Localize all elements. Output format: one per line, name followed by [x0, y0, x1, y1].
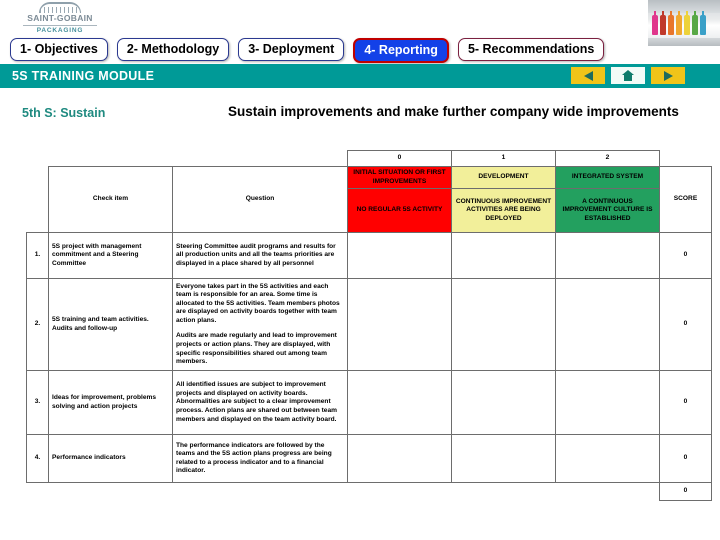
spacer-cell	[27, 167, 49, 233]
row-score: 0	[659, 278, 712, 372]
total-row: 0	[27, 482, 712, 502]
module-bar: 5S TRAINING MODULE	[0, 64, 720, 88]
assessment-table: 0 1 2 Check item Question INITIAL SITUAT…	[26, 150, 712, 502]
level-1-number: 1	[451, 150, 556, 167]
row-score: 0	[659, 434, 712, 484]
check-item-text: 5S project with management commitment an…	[48, 232, 173, 280]
brand-name: SAINT-GOBAIN	[27, 13, 93, 23]
row-number: 4.	[26, 434, 49, 484]
colored-bottles-photo	[648, 0, 720, 46]
page-title: Sustain improvements and make further co…	[228, 104, 679, 119]
level-0-checkbox-cell[interactable]	[347, 434, 452, 484]
spacer-cell	[173, 151, 348, 167]
level-number-header-row: 0 1 2	[27, 150, 712, 167]
spacer-cell	[27, 483, 49, 501]
triangle-left-icon	[583, 70, 593, 81]
tab-methodology[interactable]: 2- Methodology	[116, 38, 230, 61]
main-tab-bar: 1- Objectives 2- Methodology 3- Deployme…	[10, 38, 605, 63]
arch-logo-icon	[39, 2, 81, 13]
level-2-checkbox-cell[interactable]	[555, 232, 660, 280]
level-label-header-row: Check item Question INITIAL SITUATION OR…	[27, 165, 712, 234]
level-0-desc: NO REGULAR 5S ACTIVITY	[347, 188, 452, 234]
row-score: 0	[659, 370, 712, 436]
question-paragraph-2: Audits are made regularly and lead to im…	[176, 332, 337, 366]
section-title-row: 5th S: Sustain Sustain improvements and …	[0, 104, 720, 128]
check-item-text: Performance indicators	[48, 434, 173, 484]
question-text: The performance indicators are followed …	[172, 434, 348, 484]
page-header: SAINT-GOBAIN PACKAGING 1- Objectives 2- …	[0, 0, 720, 92]
level-1-checkbox-cell[interactable]	[451, 370, 556, 436]
bottle-yellow-icon	[684, 11, 690, 35]
forward-button[interactable]	[651, 67, 685, 84]
question-paragraph-1: Everyone takes part in the 5S activities…	[176, 282, 340, 324]
level-0-label: INITIAL SITUATION OR FIRST IMPROVEMENTS	[347, 165, 452, 190]
bottle-orange-icon	[668, 11, 674, 35]
home-button[interactable]	[611, 67, 645, 84]
brand-subtitle: PACKAGING	[36, 26, 84, 34]
spacer-cell	[173, 483, 348, 501]
home-icon	[622, 70, 634, 81]
level-1-checkbox-cell[interactable]	[451, 434, 556, 484]
level-2-desc: A CONTINUOUS IMPROVEMENT CULTURE IS ESTA…	[555, 188, 660, 234]
question-text: All identified issues are subject to imp…	[172, 370, 348, 436]
bottle-blue-icon	[700, 11, 706, 35]
triangle-right-icon	[663, 70, 673, 81]
spacer-cell	[49, 483, 173, 501]
shelf-bottom	[648, 38, 720, 46]
nav-buttons	[571, 67, 685, 84]
score-header: SCORE	[659, 165, 712, 234]
row-number: 2.	[26, 278, 49, 372]
spacer-cell	[27, 151, 49, 167]
level-0-checkbox-cell[interactable]	[347, 370, 452, 436]
table-row: 2. 5S training and team activities. Audi…	[26, 278, 712, 372]
level-0-checkbox-cell[interactable]	[347, 232, 452, 280]
bottle-green-icon	[692, 11, 698, 35]
level-0-checkbox-cell[interactable]	[347, 278, 452, 372]
total-score: 0	[659, 482, 712, 502]
question-text: Steering Committee audit programs and re…	[172, 232, 348, 280]
level-2-checkbox-cell[interactable]	[555, 278, 660, 372]
bottle-pink-icon	[652, 11, 658, 35]
tab-recommendations[interactable]: 5- Recommendations	[457, 38, 605, 61]
spacer-cell	[660, 151, 712, 167]
question-header: Question	[172, 165, 348, 234]
table-row: 1. 5S project with management commitment…	[26, 232, 712, 280]
level-2-label: INTEGRATED SYSTEM	[555, 165, 660, 190]
table-row: 3. Ideas for improvement, problems solvi…	[26, 370, 712, 436]
bottle-red-icon	[660, 11, 666, 35]
level-0-number: 0	[347, 150, 452, 167]
check-item-text: Ideas for improvement, problems solving …	[48, 370, 173, 436]
shelf-top	[648, 0, 720, 13]
row-number: 3.	[26, 370, 49, 436]
tab-deployment[interactable]: 3- Deployment	[238, 38, 345, 61]
level-2-checkbox-cell[interactable]	[555, 370, 660, 436]
spacer-cell	[348, 483, 452, 501]
spacer-cell	[556, 483, 660, 501]
check-item-header: Check item	[48, 165, 173, 234]
level-1-desc: CONTINUOUS IMPROVEMENT ACTIVITIES ARE BE…	[451, 188, 556, 234]
level-2-checkbox-cell[interactable]	[555, 434, 660, 484]
saint-gobain-logo: SAINT-GOBAIN PACKAGING	[12, 2, 108, 34]
row-number: 1.	[26, 232, 49, 280]
level-1-checkbox-cell[interactable]	[451, 278, 556, 372]
back-button[interactable]	[571, 67, 605, 84]
level-1-label: DEVELOPMENT	[451, 165, 556, 190]
logo-divider	[23, 24, 97, 26]
spacer-cell	[49, 151, 173, 167]
question-text: Everyone takes part in the 5S activities…	[172, 278, 348, 372]
tab-reporting[interactable]: 4- Reporting	[353, 38, 449, 63]
row-score: 0	[659, 232, 712, 280]
section-label: 5th S: Sustain	[22, 106, 106, 120]
bottle-row	[652, 11, 706, 35]
level-2-number: 2	[555, 150, 660, 167]
spacer-cell	[452, 483, 556, 501]
table-row: 4. Performance indicators The performanc…	[26, 434, 712, 484]
module-title: 5S TRAINING MODULE	[12, 69, 155, 83]
check-item-text: 5S training and team activities. Audits …	[48, 278, 173, 372]
tab-objectives[interactable]: 1- Objectives	[10, 38, 108, 61]
bottle-amber-icon	[676, 11, 682, 35]
level-1-checkbox-cell[interactable]	[451, 232, 556, 280]
